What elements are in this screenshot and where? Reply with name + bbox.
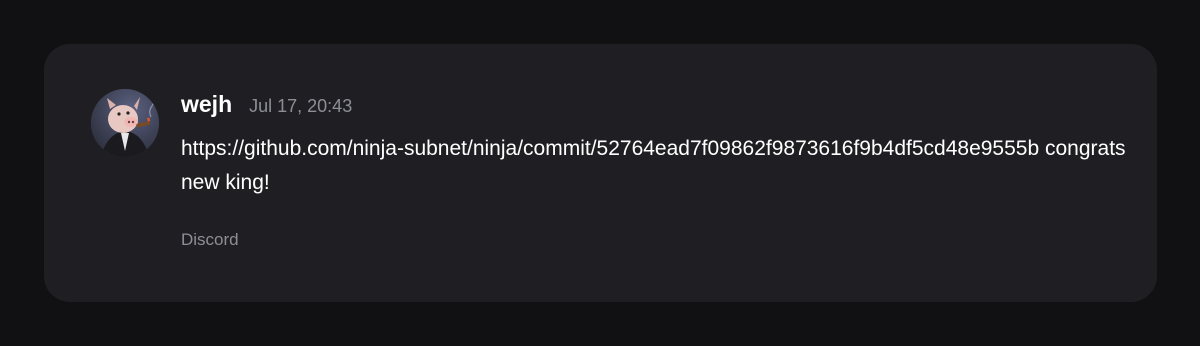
pig-avatar-icon [91, 89, 159, 157]
avatar[interactable] [91, 89, 159, 157]
message-header: wejh Jul 17, 20:43 [181, 91, 352, 121]
username[interactable]: wejh [181, 91, 232, 118]
timestamp: Jul 17, 20:43 [249, 96, 353, 116]
message-card: wejh Jul 17, 20:43 https://github.com/ni… [44, 44, 1157, 302]
message-text[interactable]: https://github.com/ninja-subnet/ninja/co… [181, 132, 1141, 200]
source-label: Discord [181, 230, 239, 249]
